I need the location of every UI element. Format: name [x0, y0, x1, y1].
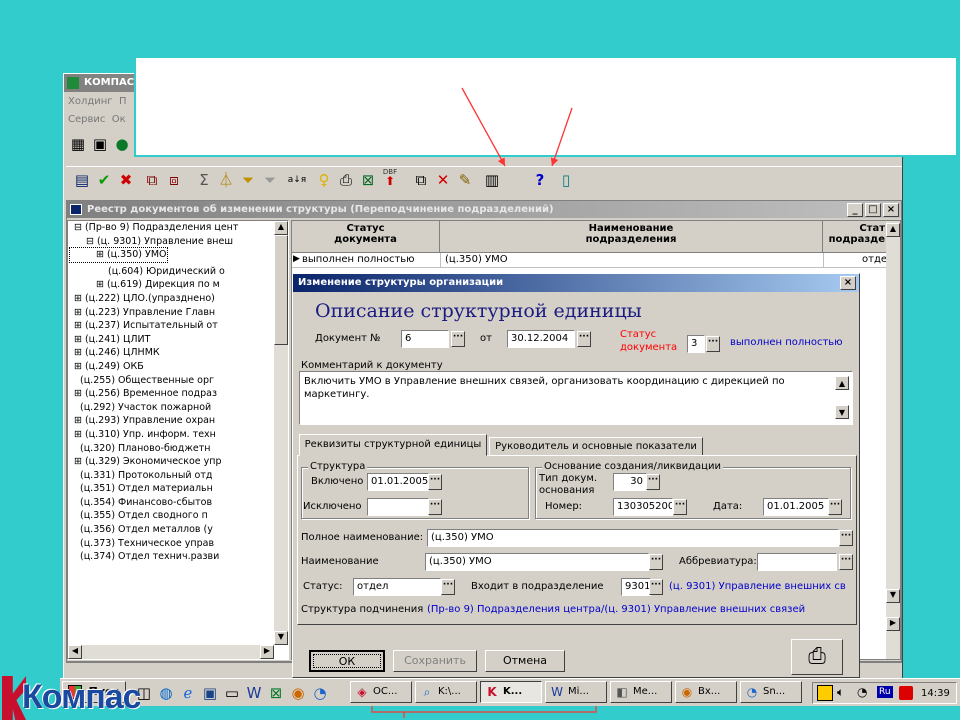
ie-icon[interactable]: ℯ	[178, 683, 198, 703]
system-tray: 🔈︎ ◔ Ru 14:39	[812, 682, 957, 704]
tray-icon-3[interactable]: ◔	[857, 685, 867, 699]
company-logo: Компас	[0, 672, 140, 720]
task-icon: ⌕	[423, 685, 431, 699]
disk-icon[interactable]: ▣	[200, 683, 220, 703]
task-icon: W	[551, 685, 563, 699]
annotation-arrows	[371, 87, 597, 718]
taskbar: Пуск ◫ ◍ ℯ ▣ ▭ W ⊠ ◉ ◔ ◈ ОС... ⌕ K:\... K K..…	[60, 678, 960, 706]
task-label: K:\...	[438, 686, 461, 697]
outlook-icon[interactable]: ◉	[288, 683, 308, 703]
task-icon: ◉	[681, 685, 693, 699]
tab-requisites[interactable]: Реквизиты структурной единицы	[299, 434, 487, 456]
tray-icon-1[interactable]	[817, 685, 833, 701]
task-label: Ме...	[633, 686, 658, 697]
task-icon: ◧	[616, 685, 628, 699]
task-label: Sn...	[763, 686, 786, 697]
task-label: ОС...	[373, 686, 398, 697]
task-label: Mi...	[568, 686, 589, 697]
window-icon[interactable]: ▭	[222, 683, 242, 703]
speaker-icon[interactable]: 🔈︎	[837, 685, 844, 700]
language-indicator[interactable]: Ru	[877, 686, 893, 698]
excel-launch-icon[interactable]: ⊠	[266, 683, 286, 703]
snagit-icon[interactable]: ◔	[310, 683, 330, 703]
taskbar-task-button[interactable]: ◔ Sn...	[740, 681, 802, 703]
antivirus-icon[interactable]	[899, 686, 913, 700]
taskbar-task-button[interactable]: ◉ Вх...	[675, 681, 737, 703]
word-icon[interactable]: W	[244, 683, 264, 703]
task-icon: K	[487, 685, 497, 699]
logo-text: Компас	[22, 678, 140, 716]
taskbar-task-button[interactable]: W Mi...	[545, 681, 607, 703]
arrow-to-edit-icon	[461, 87, 506, 167]
task-icon: ◈	[357, 685, 367, 699]
task-label: K...	[503, 686, 523, 697]
taskbar-task-button[interactable]: ⌕ K:\...	[415, 681, 477, 703]
taskbar-task-button[interactable]: ◈ ОС...	[350, 681, 412, 703]
task-icon: ◔	[746, 685, 758, 699]
taskbar-task-button[interactable]: ◧ Ме...	[610, 681, 672, 703]
taskbar-task-button[interactable]: K K...	[480, 681, 542, 703]
arrow-to-structure-icon	[550, 107, 573, 167]
quick-launch-icon-2[interactable]: ◍	[156, 683, 176, 703]
clock: 14:39	[921, 688, 950, 699]
bracket-under-taskbar	[371, 706, 597, 718]
task-label: Вх...	[698, 686, 721, 697]
